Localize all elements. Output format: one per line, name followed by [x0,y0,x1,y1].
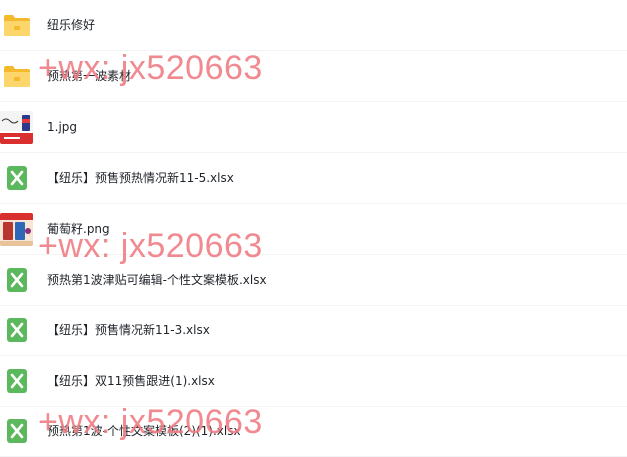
image-thumbnail [0,213,33,246]
excel-icon [7,419,27,443]
excel-icon [7,166,27,190]
folder-icon [4,66,30,87]
file-name[interactable]: 1.jpg [47,119,77,135]
file-name[interactable]: 【纽乐】双11预售跟进(1).xlsx [47,373,215,389]
image-thumbnail [0,111,33,144]
file-name[interactable]: 纽乐修好 [47,17,95,33]
file-name[interactable]: 【纽乐】预售预热情况新11-5.xlsx [47,170,234,186]
folder-icon [4,15,30,36]
excel-icon [7,268,27,292]
file-row-excel[interactable]: 预热第1波津贴可编辑-个性文案模板.xlsx [0,255,627,306]
excel-icon [7,369,27,393]
file-row-excel[interactable]: 【纽乐】预售预热情况新11-5.xlsx [0,153,627,204]
file-row-excel[interactable]: 预热第1波-个性文案模板(2)(1).xlsx [0,406,627,457]
file-row-folder[interactable]: 预热第一波素材 [0,51,627,102]
file-name[interactable]: 预热第1波津贴可编辑-个性文案模板.xlsx [47,272,267,288]
file-name[interactable]: 预热第一波素材 [47,68,131,84]
file-row-image[interactable]: 葡萄籽.png [0,204,627,255]
file-name[interactable]: 预热第1波-个性文案模板(2)(1).xlsx [47,423,241,439]
file-name[interactable]: 葡萄籽.png [47,221,110,237]
file-row-excel[interactable]: 【纽乐】预售情况新11-3.xlsx [0,305,627,356]
excel-icon [7,318,27,342]
file-row-image[interactable]: 1.jpg [0,102,627,153]
file-row-folder[interactable]: 纽乐修好 [0,0,627,51]
file-list: 纽乐修好 预热第一波素材 1.jpg 【纽乐】预售预热情况新11-5.xlsx [0,0,627,457]
file-name[interactable]: 【纽乐】预售情况新11-3.xlsx [47,322,210,338]
file-row-excel[interactable]: 【纽乐】双11预售跟进(1).xlsx [0,356,627,407]
